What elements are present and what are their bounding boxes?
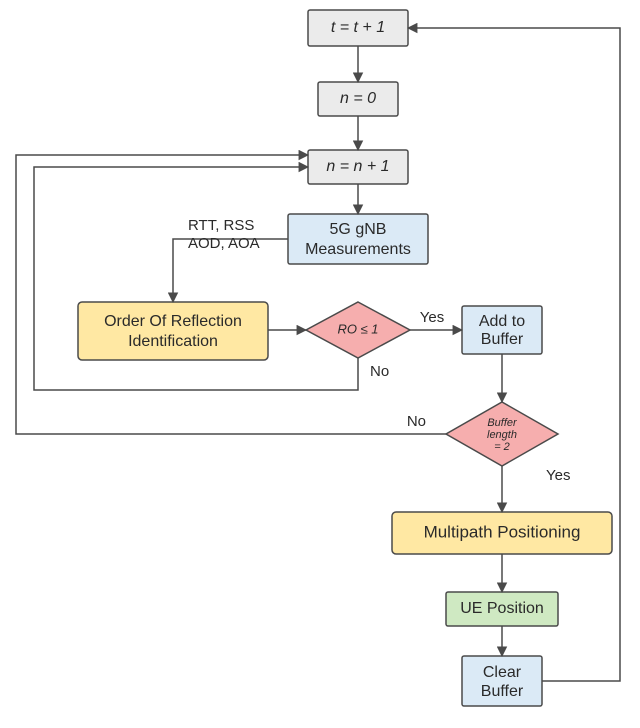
edge-label: No [407,413,426,430]
node-reflection-identification: Order Of Reflection Identification [78,302,268,360]
node-label: Multipath Positioning [424,522,581,541]
flowchart-canvas: t = t + 1 n = 0 n = n + 1 5G gNB Measure… [0,0,640,728]
edge-label: AOD, AOA [188,235,260,252]
edge-label: Yes [546,467,570,484]
node-ue-position: UE Position [446,592,558,626]
node-increment-t: t = t + 1 [308,10,408,46]
node-label: 5G gNB [330,221,387,238]
decision-buffer-length: Buffer length = 2 [446,402,558,466]
node-label: UE Position [460,600,544,617]
edge-label: Yes [420,309,444,326]
node-clear-buffer: Clear Buffer [462,656,542,706]
node-multipath-positioning: Multipath Positioning [392,512,612,554]
edge-label: No [370,363,389,380]
edge-label: RTT, RSS [188,217,254,234]
node-label: RO ≤ 1 [337,321,378,336]
edge-buf-no [16,155,446,434]
node-label: Identification [128,333,218,350]
node-label: n = n + 1 [326,158,389,175]
node-label: Buffer [481,331,524,348]
node-n-zero: n = 0 [318,82,398,116]
node-label: Buffer [481,683,524,700]
node-label: t = t + 1 [331,19,385,36]
node-label: Order Of Reflection [104,313,242,330]
node-add-to-buffer: Add to Buffer [462,306,542,354]
node-increment-n: n = n + 1 [308,150,408,184]
node-label: length [487,429,517,441]
node-label: = 2 [494,441,510,453]
decision-ro-le-1: RO ≤ 1 [306,302,410,358]
node-label: n = 0 [340,90,376,107]
node-label: Add to [479,313,525,330]
node-label: Buffer [487,417,518,429]
node-label: Measurements [305,241,411,258]
node-5g-measurements: 5G gNB Measurements [288,214,428,264]
node-label: Clear [483,664,522,681]
